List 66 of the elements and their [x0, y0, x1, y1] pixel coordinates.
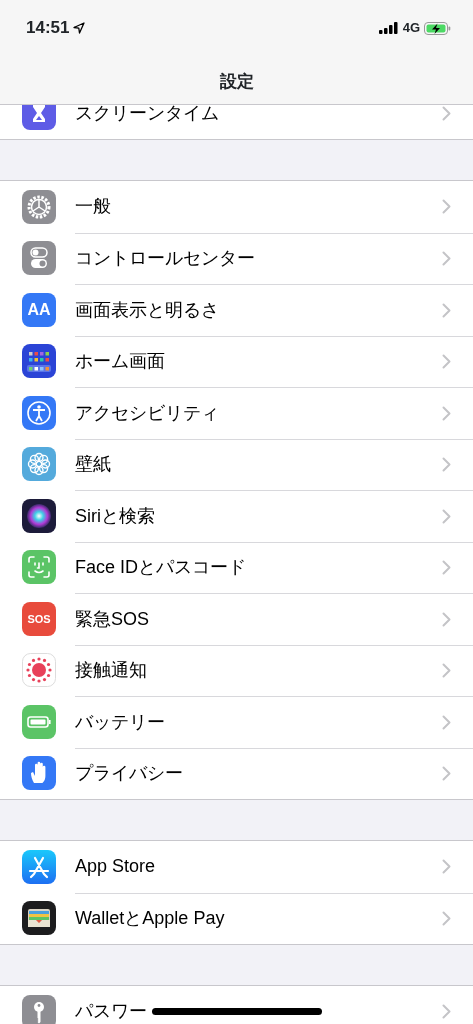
app-grid-icon — [22, 344, 56, 379]
settings-row[interactable]: バッテリー — [0, 696, 473, 748]
chevron-icon — [442, 508, 451, 524]
row-label: アクセシビリティ — [75, 401, 219, 425]
row-label: バッテリー — [75, 710, 165, 734]
row-label: 画面表示と明るさ — [75, 298, 219, 322]
gear-icon — [22, 189, 56, 224]
row-label: プライバシー — [75, 762, 183, 786]
chevron-icon — [442, 859, 451, 875]
orb-icon — [22, 498, 56, 533]
settings-row[interactable]: 壁紙 — [0, 438, 473, 490]
face-icon — [22, 550, 56, 585]
settings-row[interactable]: Siriと検索 — [0, 490, 473, 542]
row-label: コントロールセンター — [75, 247, 255, 271]
chevron-icon — [442, 560, 451, 576]
settings-row[interactable]: SOS 緊急SOS — [0, 593, 473, 645]
settings-row[interactable]: WalletとApple Pay — [0, 892, 473, 944]
chevron-icon — [442, 302, 451, 318]
chevron-icon — [442, 457, 451, 473]
row-label: 壁紙 — [75, 453, 111, 477]
settings-row[interactable]: ホーム画面 — [0, 335, 473, 387]
chevron-icon — [442, 766, 451, 782]
row-label: Face IDとパスコード — [75, 556, 247, 580]
chevron-icon — [442, 911, 451, 927]
settings-row[interactable]: コントロールセンター — [0, 232, 473, 284]
status-time: 14:51 — [26, 17, 70, 40]
row-label: WalletとApple Pay — [75, 907, 225, 931]
wallet-icon — [22, 901, 56, 936]
accessibility-icon — [22, 395, 56, 430]
sos-icon: SOS — [22, 601, 56, 636]
hand-icon — [22, 756, 56, 791]
row-label: 緊急SOS — [75, 607, 149, 631]
location-icon — [73, 22, 86, 34]
row-label: App Store — [75, 855, 156, 879]
chevron-icon — [442, 714, 451, 730]
settings-row[interactable]: App Store — [0, 841, 473, 893]
settings-row[interactable]: 一般 — [0, 181, 473, 233]
app-store-icon — [22, 849, 56, 884]
battery-icon — [424, 21, 451, 35]
row-label: 接触通知 — [75, 659, 147, 683]
chevron-icon — [442, 611, 451, 627]
dot-ring-icon — [22, 653, 56, 688]
chevron-icon — [442, 1004, 451, 1020]
chevron-icon — [442, 354, 451, 370]
chevron-icon — [442, 199, 451, 215]
nav-title: 設定 — [218, 73, 255, 90]
chevron-icon — [442, 251, 451, 267]
row-label: ホーム画面 — [75, 350, 165, 374]
row-label: スクリーンタイム — [75, 105, 219, 125]
network-label: 4G — [402, 19, 420, 38]
text-size-icon: AA — [22, 292, 56, 327]
row-label: Siriと検索 — [75, 504, 155, 528]
flower-icon — [22, 447, 56, 482]
row-label: 一般 — [75, 195, 111, 219]
settings-row[interactable]: スクリーンタイム — [0, 105, 473, 139]
settings-row[interactable]: アクセシビリティ — [0, 387, 473, 439]
chevron-icon — [442, 405, 451, 421]
battery-icon — [22, 704, 56, 739]
row-label: パスワー — [75, 1000, 147, 1024]
settings-row[interactable]: Face IDとパスコード — [0, 541, 473, 593]
settings-row[interactable]: 接触通知 — [0, 644, 473, 696]
toggle-icon — [22, 241, 56, 276]
settings-row[interactable]: プライバシー — [0, 747, 473, 799]
signal-icon — [378, 22, 399, 34]
settings-row[interactable]: AA 画面表示と明るさ — [0, 284, 473, 336]
chevron-icon — [442, 663, 451, 679]
